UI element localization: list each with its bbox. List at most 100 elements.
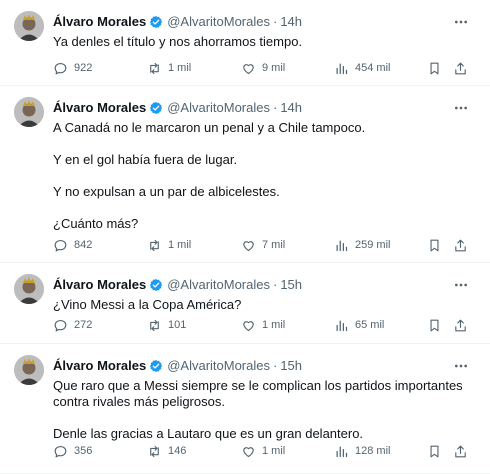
reply-count: 356 [74,445,93,457]
views-button[interactable]: 128 mil [334,442,390,460]
retweet-button[interactable]: 146 [147,442,186,460]
separator-dot: · [272,358,278,373]
like-count: 9 mil [262,62,286,74]
avatar[interactable] [14,97,44,127]
like-button[interactable]: 7 mil [241,236,285,254]
reply-button[interactable]: 356 [53,442,92,460]
views-count: 454 mil [355,62,391,74]
reply-button[interactable]: 922 [53,59,92,77]
tweet-header: Álvaro Morales @AlvaritoMorales · 15h [53,358,450,374]
author-handle[interactable]: @AlvaritoMorales [167,358,270,374]
separator-dot: · [272,14,278,29]
retweet-button[interactable]: 1 mil [147,236,191,254]
tweet-paragraph: A Canadá no le marcaron un penal y a Chi… [53,120,366,135]
share-button[interactable] [453,316,468,334]
tweet-paragraph: Denle las gracias a Lautaro que es un gr… [53,426,364,441]
retweet-count: 1 mil [168,62,192,74]
views-icon [336,240,348,251]
like-button[interactable]: 9 mil [241,59,285,77]
share-icon [455,445,466,457]
share-icon [455,62,466,74]
avatar[interactable] [14,274,44,304]
author-handle[interactable]: @AlvaritoMorales [167,14,270,30]
reply-button[interactable]: 842 [53,236,92,254]
bookmark-icon [430,445,439,457]
verified-badge-icon [149,15,163,29]
like-count: 1 mil [262,445,286,457]
tweet-header: Álvaro Morales @AlvaritoMorales · 14h [53,100,450,116]
more-icon[interactable] [452,99,470,117]
tweet-text: Que raro que a Messi siempre se le compl… [53,378,472,442]
views-count: 259 mil [355,239,391,251]
bookmark-icon [430,319,439,331]
reply-button[interactable]: 272 [53,316,92,334]
like-button[interactable]: 1 mil [241,316,285,334]
author-name[interactable]: Álvaro Morales [53,277,146,293]
views-icon [336,63,348,74]
views-icon [336,320,348,331]
retweet-icon [150,62,159,74]
avatar[interactable] [14,355,44,385]
views-button[interactable]: 454 mil [334,59,390,77]
separator-dot: · [272,100,278,115]
tweet-actions: 356 146 1 mil 128 mil [53,442,473,460]
author-handle[interactable]: @AlvaritoMorales [167,100,270,116]
retweet-button[interactable]: 1 mil [147,59,191,77]
author-handle[interactable]: @AlvaritoMorales [167,277,270,293]
reply-icon [54,62,67,74]
tweet[interactable]: Álvaro Morales @AlvaritoMorales · 14h Ya… [0,0,490,86]
tweet-time[interactable]: 14h [280,100,302,116]
tweet-actions: 842 1 mil 7 mil 259 mil [53,236,473,254]
share-icon [455,319,466,331]
tweet-time[interactable]: 15h [280,358,302,374]
share-button[interactable] [453,236,468,254]
tweet-paragraph: Que raro que a Messi siempre se le compl… [53,378,463,409]
tweet-header: Álvaro Morales @AlvaritoMorales · 14h [53,14,450,30]
like-button[interactable]: 1 mil [241,442,285,460]
retweet-count: 101 [168,319,187,331]
retweet-icon [150,239,159,251]
share-button[interactable] [453,442,468,460]
tweet-time[interactable]: 15h [280,277,302,293]
reply-icon [54,319,67,331]
more-icon[interactable] [452,276,470,294]
views-count: 65 mil [355,319,385,331]
tweet-text: ¿Vino Messi a la Copa América? [53,297,472,313]
tweet-paragraph: Ya denles el título y nos ahorramos tiem… [53,34,303,49]
author-name[interactable]: Álvaro Morales [53,358,146,374]
more-icon[interactable] [452,13,470,31]
bookmark-button[interactable] [427,316,442,334]
reply-count: 842 [74,239,93,251]
reply-icon [54,445,67,457]
bookmark-button[interactable] [427,59,442,77]
bookmark-button[interactable] [427,442,442,460]
share-button[interactable] [453,59,468,77]
bookmark-button[interactable] [427,236,442,254]
tweet[interactable]: Álvaro Morales @AlvaritoMorales · 15h ¿V… [0,263,490,344]
tweet-paragraph: ¿Vino Messi a la Copa América? [53,297,242,312]
tweet-text: A Canadá no le marcaron un penal y a Chi… [53,120,472,232]
tweet-actions: 922 1 mil 9 mil 454 mil [53,59,473,77]
more-icon[interactable] [452,357,470,375]
retweet-count: 146 [168,445,187,457]
views-button[interactable]: 65 mil [334,316,384,334]
author-name[interactable]: Álvaro Morales [53,100,146,116]
like-icon [243,63,254,74]
retweet-icon [150,445,159,457]
tweet[interactable]: Álvaro Morales @AlvaritoMorales · 14h A … [0,86,490,263]
retweet-count: 1 mil [168,239,192,251]
like-icon [243,240,254,251]
reply-count: 272 [74,319,93,331]
retweet-icon [150,319,159,331]
bookmark-icon [430,239,439,251]
like-count: 7 mil [262,239,286,251]
tweet-header: Álvaro Morales @AlvaritoMorales · 15h [53,277,450,293]
reply-count: 922 [74,62,93,74]
views-count: 128 mil [355,445,391,457]
avatar[interactable] [14,11,44,41]
tweet-time[interactable]: 14h [280,14,302,30]
views-button[interactable]: 259 mil [334,236,390,254]
author-name[interactable]: Álvaro Morales [53,14,146,30]
tweet[interactable]: Álvaro Morales @AlvaritoMorales · 15h Qu… [0,344,490,474]
retweet-button[interactable]: 101 [147,316,186,334]
